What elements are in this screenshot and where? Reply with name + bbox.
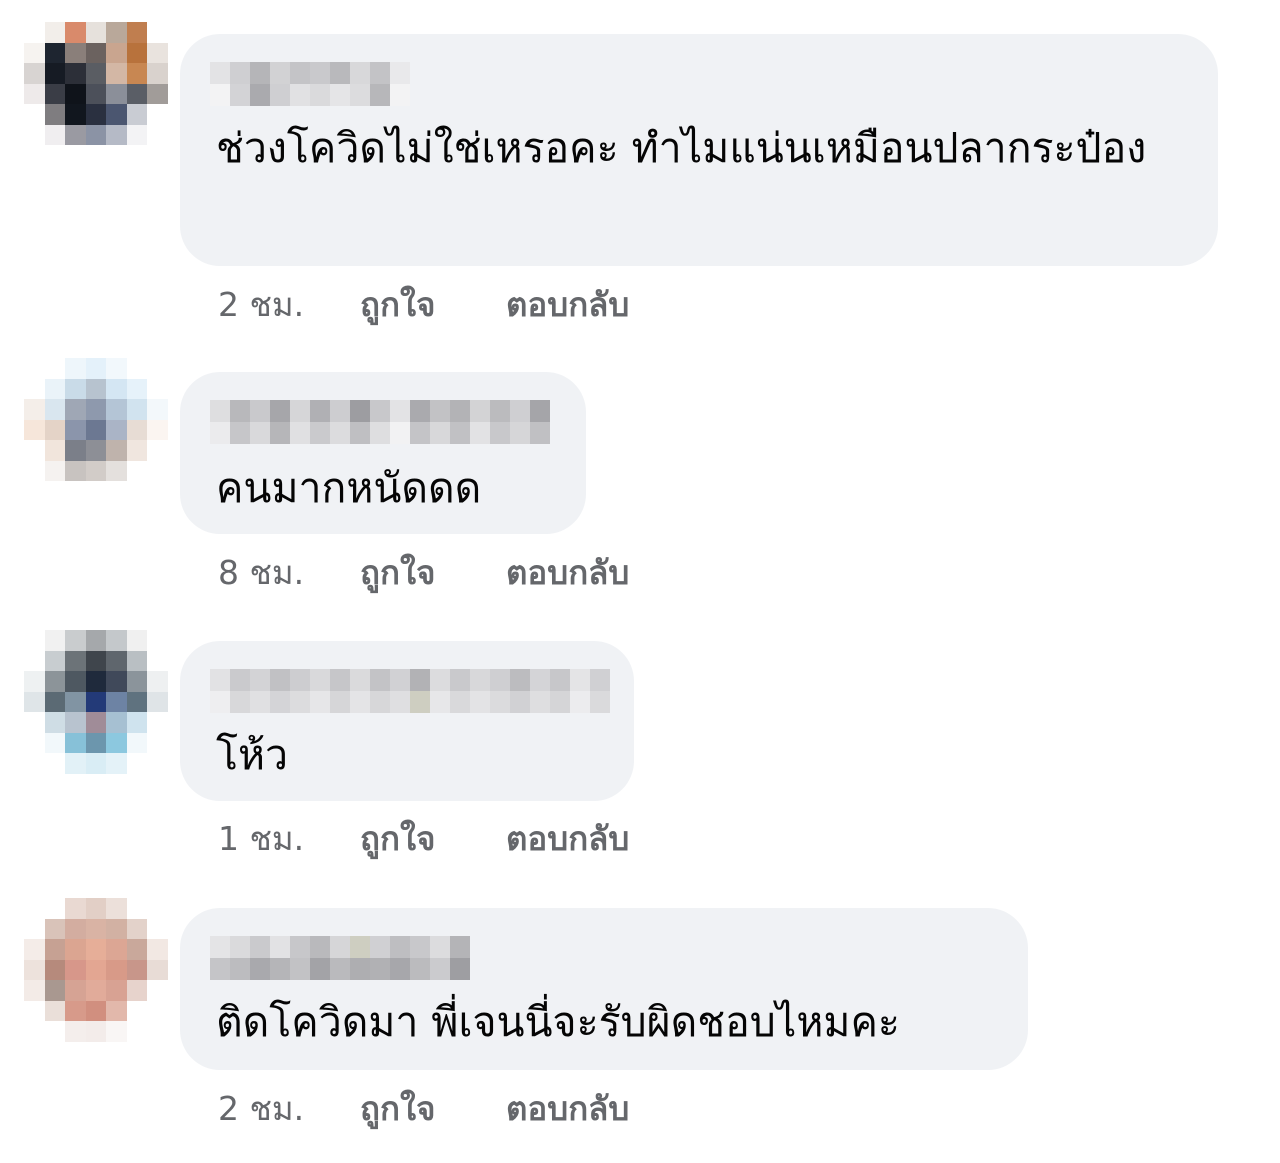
author-name-blurred[interactable] bbox=[210, 62, 420, 106]
comment-bubble: ติดโควิดมา พี่เจนนี่จะรับผิดชอบไหมคะ bbox=[180, 908, 1028, 1070]
comment-timestamp: 2 ชม. bbox=[218, 1089, 305, 1128]
avatar[interactable] bbox=[24, 22, 168, 166]
comment-text: คนมากหนัดดด bbox=[216, 464, 482, 512]
comment-timestamp: 1 ชม. bbox=[218, 819, 305, 858]
comment-bubble: คนมากหนัดดด bbox=[180, 372, 586, 534]
like-button[interactable]: ถูกใจ bbox=[360, 546, 506, 599]
comment-actions: 2 ชม. ถูกใจ ตอบกลับ bbox=[218, 278, 629, 331]
reply-button[interactable]: ตอบกลับ bbox=[506, 1082, 629, 1135]
reply-button[interactable]: ตอบกลับ bbox=[506, 546, 629, 599]
comment-bubble: ช่วงโควิดไม่ใช่เหรอคะ ทำไมแน่นเหมือนปลาก… bbox=[180, 34, 1218, 266]
like-button[interactable]: ถูกใจ bbox=[360, 812, 506, 865]
reply-button[interactable]: ตอบกลับ bbox=[506, 812, 629, 865]
comment-timestamp: 2 ชม. bbox=[218, 285, 305, 324]
avatar[interactable] bbox=[24, 358, 168, 502]
like-button[interactable]: ถูกใจ bbox=[360, 278, 506, 331]
author-name-blurred[interactable] bbox=[210, 936, 470, 980]
comment-text: โห้ว bbox=[216, 731, 289, 779]
avatar[interactable] bbox=[24, 898, 168, 1042]
comment-actions: 2 ชม. ถูกใจ ตอบกลับ bbox=[218, 1082, 629, 1135]
reply-button[interactable]: ตอบกลับ bbox=[506, 278, 629, 331]
comment-text: ช่วงโควิดไม่ใช่เหรอคะ ทำไมแน่นเหมือนปลาก… bbox=[216, 124, 1147, 172]
comment-actions: 8 ชม. ถูกใจ ตอบกลับ bbox=[218, 546, 629, 599]
avatar[interactable] bbox=[24, 630, 168, 774]
author-name-blurred[interactable] bbox=[210, 669, 610, 713]
like-button[interactable]: ถูกใจ bbox=[360, 1082, 506, 1135]
comment-bubble: โห้ว bbox=[180, 641, 634, 801]
author-name-blurred[interactable] bbox=[210, 400, 550, 444]
comment-timestamp: 8 ชม. bbox=[218, 553, 305, 592]
comment-text: ติดโควิดมา พี่เจนนี่จะรับผิดชอบไหมคะ bbox=[216, 998, 900, 1046]
comment-actions: 1 ชม. ถูกใจ ตอบกลับ bbox=[218, 812, 629, 865]
